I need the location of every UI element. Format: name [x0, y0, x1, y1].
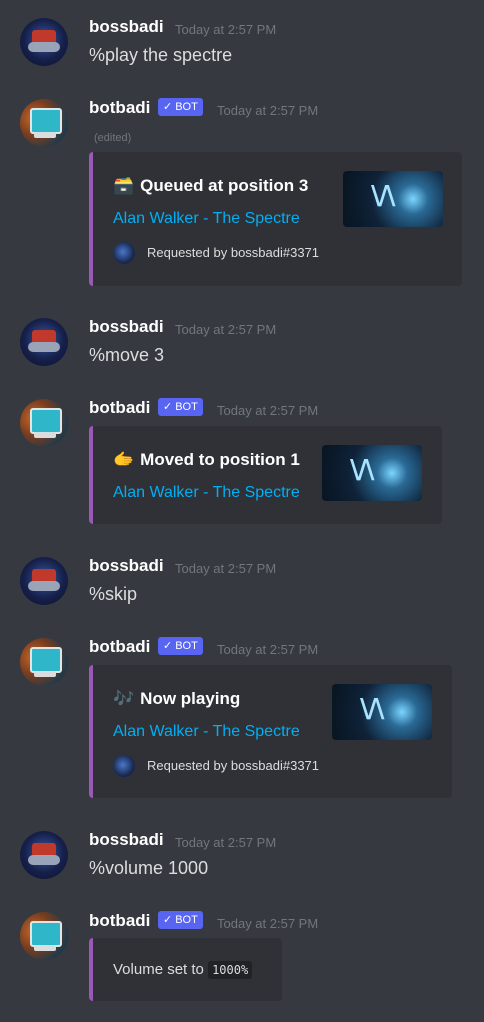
timestamp: Today at 2:57 PM — [217, 103, 319, 118]
bot-badge: ✓ BOT — [158, 398, 203, 416]
footer-text: Requested by bossbadi#3371 — [147, 245, 320, 260]
inline-code: 1000% — [208, 961, 253, 979]
timestamp: Today at 2:57 PM — [175, 561, 277, 576]
embed-title: 🫱 Moved to position 1 — [113, 450, 300, 469]
author-name[interactable]: botbadi — [89, 911, 150, 931]
check-icon: ✓ — [163, 914, 173, 926]
alan-walker-logo-icon: \/\ — [360, 694, 384, 724]
requester-avatar-icon — [113, 242, 135, 264]
message-text: %skip — [89, 584, 138, 604]
pointing-hand-icon: 🫱 — [113, 450, 135, 469]
author-name[interactable]: bossbadi — [89, 17, 164, 37]
track-link[interactable]: Alan Walker - The Spectre — [113, 210, 300, 228]
author-name[interactable]: bossbadi — [89, 830, 164, 850]
message-text: %volume 1000 — [89, 858, 209, 878]
message-text: %move 3 — [89, 345, 165, 365]
check-icon: ✓ — [163, 640, 173, 652]
author-name[interactable]: botbadi — [89, 98, 150, 118]
check-icon: ✓ — [163, 401, 173, 413]
user-avatar[interactable] — [20, 557, 68, 605]
timestamp: Today at 2:57 PM — [217, 403, 319, 418]
thumbnail[interactable]: \/\ — [322, 445, 422, 501]
thumbnail[interactable]: \/\ — [343, 171, 443, 227]
bot-avatar[interactable] — [20, 99, 68, 147]
embed-title: 🎶 Now playing — [113, 689, 241, 708]
timestamp: Today at 2:57 PM — [175, 322, 277, 337]
embed: 🎶 Now playing Alan Walker - The Spectre R… — [89, 665, 452, 798]
bot-avatar[interactable] — [20, 399, 68, 447]
author-name[interactable]: botbadi — [89, 637, 150, 657]
author-name[interactable]: botbadi — [89, 398, 150, 418]
timestamp: Today at 2:57 PM — [175, 835, 277, 850]
check-icon: ✓ — [163, 101, 173, 113]
user-avatar[interactable] — [20, 318, 68, 366]
message-text: %play the spectre — [89, 45, 233, 65]
footer-text: Requested by bossbadi#3371 — [147, 758, 320, 773]
thumbnail[interactable]: \/\ — [332, 684, 432, 740]
author-name[interactable]: bossbadi — [89, 317, 164, 337]
edited-label: (edited) — [94, 132, 132, 144]
bot-badge: ✓ BOT — [158, 637, 203, 655]
musical-notes-icon: 🎶 — [113, 689, 135, 708]
embed: 🗃️ Queued at position 3 Alan Walker - The… — [89, 152, 462, 286]
embed-description: Volume set to 1000% — [113, 961, 253, 979]
track-link[interactable]: Alan Walker - The Spectre — [113, 484, 300, 502]
bot-badge: ✓ BOT — [158, 911, 203, 929]
user-avatar[interactable] — [20, 18, 68, 66]
timestamp: Today at 2:57 PM — [217, 916, 319, 931]
bot-avatar[interactable] — [20, 912, 68, 960]
card-file-box-icon: 🗃️ — [113, 176, 135, 195]
embed-title: 🗃️ Queued at position 3 — [113, 176, 309, 195]
user-avatar[interactable] — [20, 831, 68, 879]
bot-avatar[interactable] — [20, 638, 68, 686]
track-link[interactable]: Alan Walker - The Spectre — [113, 723, 300, 741]
bot-badge: ✓ BOT — [158, 98, 203, 116]
requester-avatar-icon — [113, 755, 135, 777]
timestamp: Today at 2:57 PM — [175, 22, 277, 37]
alan-walker-logo-icon: \/\ — [371, 181, 395, 211]
embed: 🫱 Moved to position 1 Alan Walker - The S… — [89, 426, 442, 524]
alan-walker-logo-icon: \/\ — [350, 455, 374, 485]
timestamp: Today at 2:57 PM — [217, 642, 319, 657]
embed: Volume set to 1000% — [89, 938, 282, 1001]
author-name[interactable]: bossbadi — [89, 556, 164, 576]
